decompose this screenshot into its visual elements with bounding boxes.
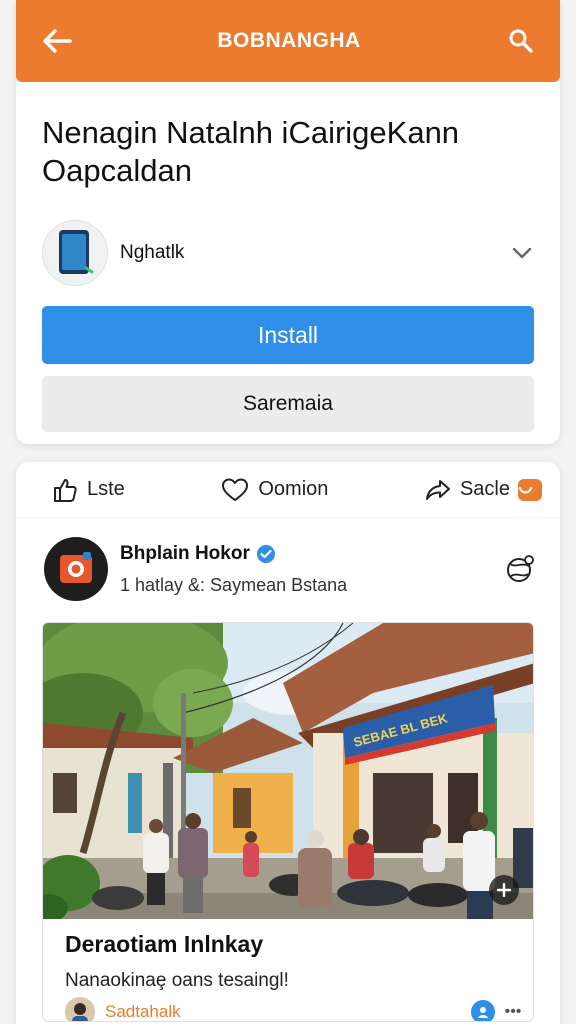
author-info: Bhplain Hokor 1 hatlay &: Saymean Bstana bbox=[120, 543, 500, 596]
source-name[interactable]: Sadtahalk bbox=[105, 1002, 471, 1021]
like-label: Lste bbox=[87, 478, 125, 500]
verified-badge-icon bbox=[256, 544, 275, 563]
app-icon bbox=[42, 220, 108, 286]
author-logo-icon bbox=[60, 552, 92, 583]
arrow-left-icon bbox=[43, 29, 72, 53]
app-name: Nghatlk bbox=[120, 242, 185, 263]
author-avatar[interactable] bbox=[44, 537, 108, 601]
search-icon bbox=[509, 29, 533, 53]
share-badge bbox=[518, 478, 542, 501]
post-source: Sadtahalk ••• bbox=[65, 997, 523, 1021]
globe-settings-icon bbox=[507, 555, 534, 582]
promo-headline: Nenagin Natalnh iCairigeKann Oapcaldan bbox=[42, 114, 534, 190]
post-description: Nanaokinaȩ oans tesaingl! bbox=[65, 970, 289, 991]
author-name[interactable]: Bhplain Hokor bbox=[120, 543, 250, 565]
source-more-button[interactable]: ••• bbox=[503, 1003, 523, 1021]
secondary-button[interactable]: Saremaia bbox=[42, 376, 534, 432]
share-arrow-icon bbox=[425, 479, 450, 500]
like-button[interactable]: Lste bbox=[52, 477, 125, 503]
plus-icon bbox=[497, 883, 511, 897]
post-author: Bhplain Hokor 1 hatlay &: Saymean Bstana bbox=[16, 518, 560, 602]
share-label: Sacle bbox=[459, 478, 510, 500]
post-card: Lste Oomion Sacle Bhplain Hokor 1 hatlay… bbox=[16, 462, 560, 1024]
app-title: BOBNANGHA bbox=[217, 29, 361, 52]
source-avatar[interactable] bbox=[65, 997, 95, 1021]
action-bar: Lste Oomion Sacle bbox=[16, 462, 560, 518]
author-name-row: Bhplain Hokor bbox=[120, 543, 500, 565]
expand-photo-button[interactable] bbox=[489, 875, 519, 905]
share-button[interactable]: Sacle bbox=[425, 478, 542, 502]
person-avatar-icon bbox=[65, 997, 95, 1021]
install-promo-card: BOBNANGHA Nenagin Natalnh iCairigeKann O… bbox=[16, 0, 560, 444]
user-badge-icon bbox=[478, 1007, 488, 1018]
post-options-button[interactable] bbox=[500, 549, 540, 589]
app-selector[interactable]: Nghatlk bbox=[42, 220, 534, 286]
install-button[interactable]: Install bbox=[42, 306, 534, 364]
headline-line-2: Oapcaldan bbox=[42, 153, 192, 188]
post-media[interactable]: SEBAE BL BEK Deraotiam Inlnkay Nanaokina… bbox=[42, 622, 534, 1022]
thumbs-up-icon bbox=[54, 478, 77, 502]
heart-icon bbox=[222, 478, 249, 501]
search-button[interactable] bbox=[504, 24, 538, 58]
back-button[interactable] bbox=[40, 24, 74, 58]
post-title[interactable]: Deraotiam Inlnkay bbox=[65, 931, 533, 958]
headline-line-1: Nenagin Natalnh iCairigeKann bbox=[42, 115, 460, 150]
comment-button[interactable]: Oomion bbox=[221, 477, 328, 503]
expand-button[interactable] bbox=[510, 241, 534, 265]
village-photo: SEBAE BL BEK bbox=[43, 623, 533, 919]
app-bar: BOBNANGHA bbox=[16, 0, 560, 82]
source-badge[interactable] bbox=[471, 1000, 495, 1021]
chevron-down-icon bbox=[512, 247, 532, 259]
comment-label: Oomion bbox=[258, 478, 329, 500]
smile-icon bbox=[518, 486, 533, 493]
tablet-icon bbox=[59, 230, 94, 274]
author-meta: 1 hatlay &: Saymean Bstana bbox=[120, 574, 348, 595]
